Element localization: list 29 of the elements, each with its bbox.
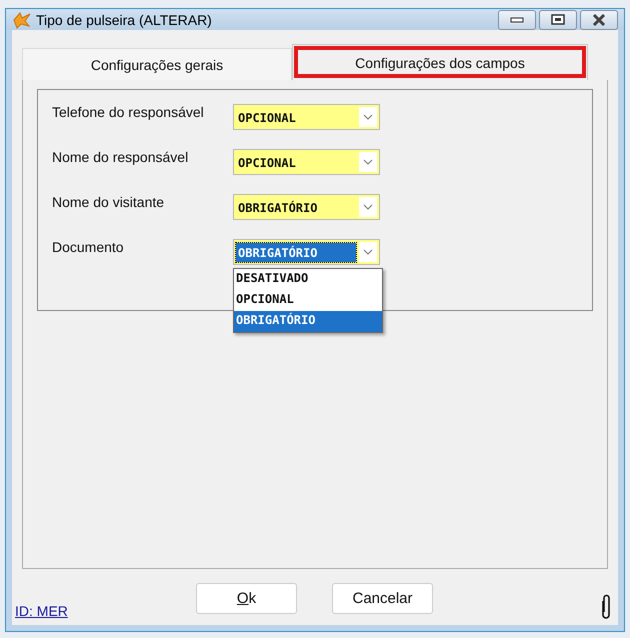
chevron-down-icon [363, 249, 373, 255]
dropdown-field[interactable]: OBRIGATÓRIO [233, 239, 380, 265]
dropdown-option[interactable]: OPCIONAL [234, 290, 382, 311]
window-title: Tipo de pulseira (ALTERAR) [36, 12, 212, 28]
minimize-button[interactable] [498, 10, 536, 30]
dialog-button[interactable]: Cancelar [332, 583, 433, 614]
close-icon [592, 14, 606, 26]
dropdown-option[interactable]: DESATIVADO [234, 269, 382, 290]
tab[interactable]: Configurações dos campos [292, 44, 588, 80]
field-label: Nome do responsável [52, 149, 190, 165]
dropdown-field[interactable]: OPCIONAL [233, 149, 380, 175]
minimize-icon [510, 16, 524, 22]
bird-icon [12, 10, 32, 28]
tab[interactable]: Configurações gerais [22, 48, 292, 80]
dropdown-field[interactable]: OBRIGATÓRIO [233, 194, 380, 220]
close-button[interactable] [580, 10, 618, 30]
field-label: Documento [52, 239, 125, 255]
maximize-icon [551, 14, 565, 25]
chevron-down-icon [363, 204, 373, 210]
dropdown-option[interactable]: OBRIGATÓRIO [234, 311, 382, 332]
dialog-button[interactable]: Ok [196, 583, 297, 614]
chevron-down-icon [363, 114, 373, 120]
field-label: Nome do visitante [52, 194, 166, 210]
chevron-down-icon [363, 159, 373, 165]
dropdown-field[interactable]: OPCIONAL [233, 104, 380, 130]
maximize-button[interactable] [539, 10, 577, 30]
field-label: Telefone do responsável [52, 104, 205, 120]
paperclip-icon [600, 594, 612, 620]
id-link[interactable]: ID: MER [15, 603, 68, 619]
